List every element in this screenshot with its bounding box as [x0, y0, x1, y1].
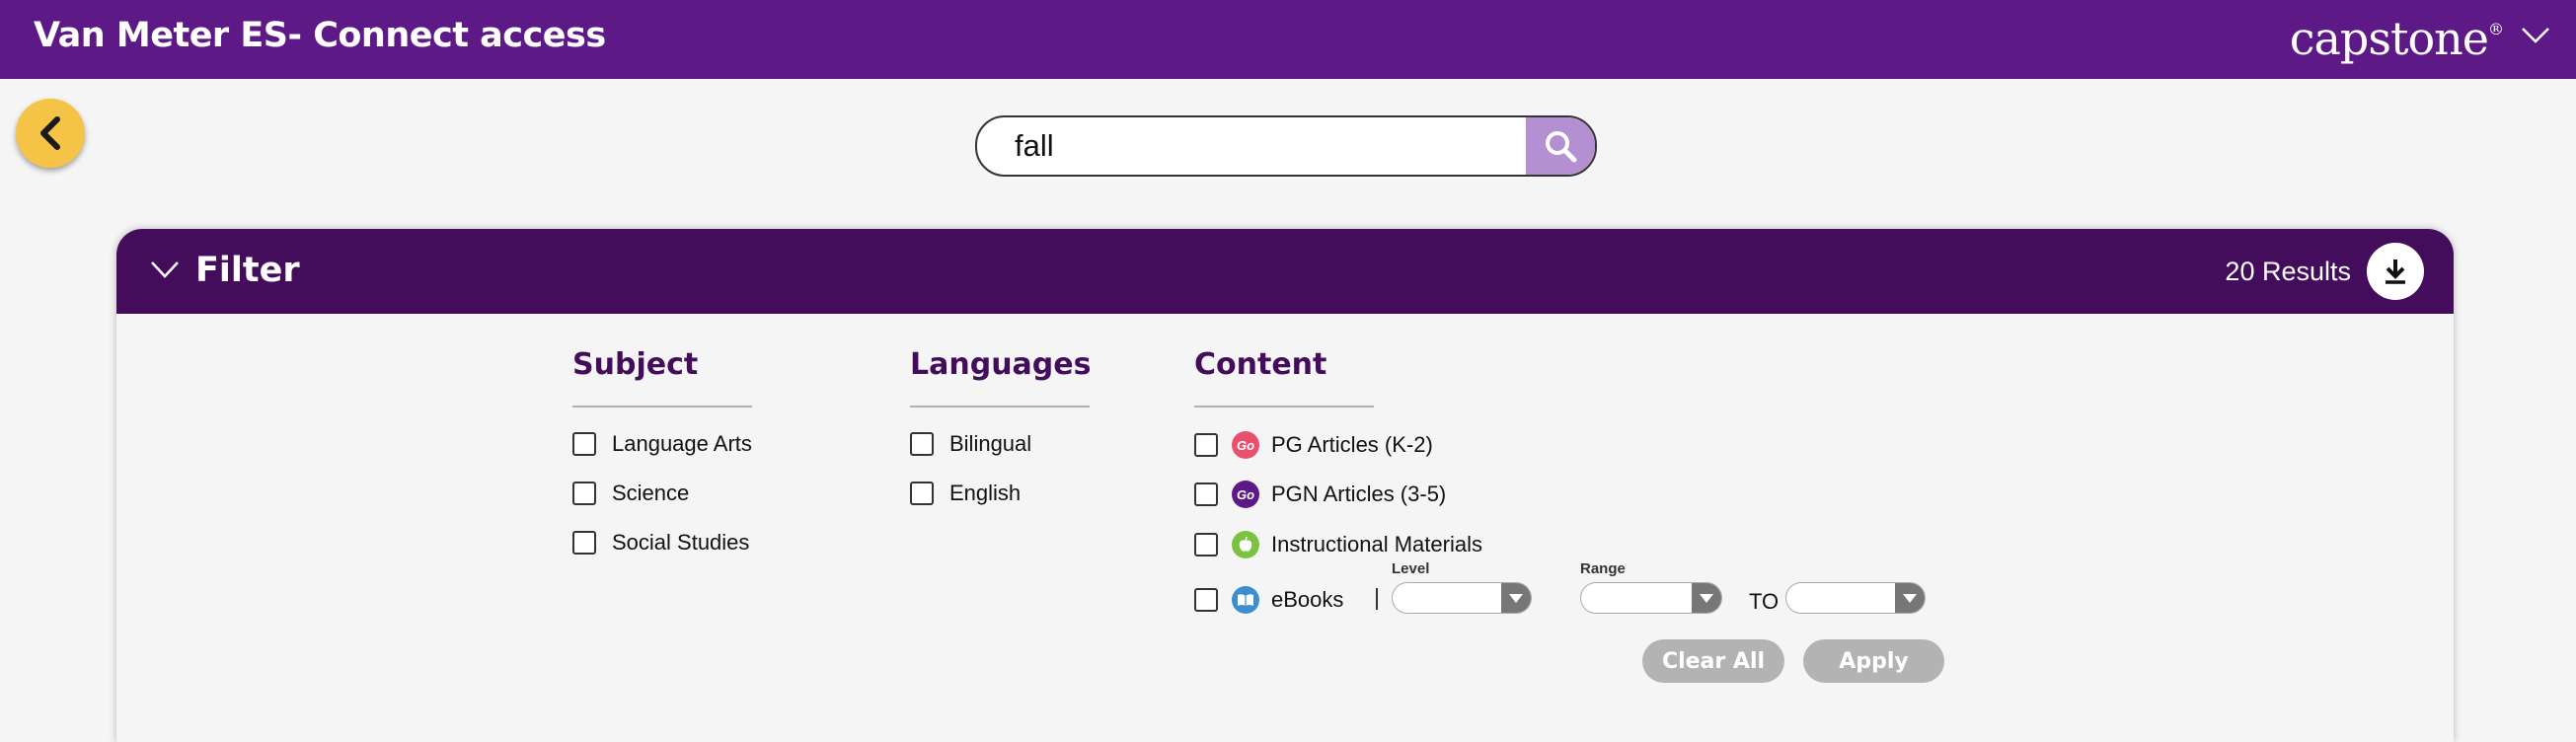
filter-title: Filter [195, 251, 300, 290]
subject-divider [572, 406, 752, 408]
option-label: Social Studies [612, 530, 750, 555]
subject-option-language-arts[interactable]: Language Arts [572, 431, 752, 457]
dropdown-caret-icon [1692, 583, 1721, 613]
chevron-down-icon[interactable] [2521, 26, 2550, 45]
option-label: Language Arts [612, 431, 752, 456]
brand-mark: ® [2488, 20, 2504, 38]
checkbox[interactable] [572, 531, 596, 555]
dropdown-caret-icon [1501, 583, 1531, 613]
chevron-left-icon [40, 116, 60, 150]
content-option-pgn-articles[interactable]: Go PGN Articles (3-5) [1194, 481, 1446, 508]
pebblego-next-badge-icon: Go [1232, 481, 1259, 508]
content-divider [1194, 406, 1374, 408]
brand-name: capstone [2289, 12, 2489, 65]
pebblego-badge-icon: Go [1232, 431, 1259, 459]
download-icon [2386, 260, 2405, 284]
content-title: Content [1194, 347, 1327, 382]
checkbox[interactable] [1194, 482, 1218, 506]
dropdown-caret-icon [1895, 583, 1925, 613]
languages-title: Languages [910, 347, 1092, 382]
clear-all-button[interactable]: Clear All [1642, 639, 1784, 683]
language-option-bilingual[interactable]: Bilingual [910, 431, 1031, 457]
results-count: 20 Results [2225, 257, 2351, 286]
option-label: Science [612, 481, 690, 505]
checkbox[interactable] [572, 482, 596, 505]
chevron-down-icon[interactable] [150, 259, 180, 280]
checkbox[interactable] [910, 432, 934, 456]
range-start-select[interactable] [1580, 582, 1722, 614]
option-label: PG Articles (K-2) [1271, 432, 1433, 457]
back-button[interactable] [16, 99, 85, 168]
range-to-label: TO [1749, 589, 1780, 614]
capstone-logo[interactable]: capstone® [2289, 12, 2504, 65]
checkbox[interactable] [1194, 533, 1218, 556]
ebooks-divider [1376, 588, 1378, 610]
checkbox[interactable] [910, 482, 934, 505]
apple-icon [1232, 531, 1259, 558]
search-bar [975, 115, 1597, 177]
option-label: Bilingual [949, 431, 1032, 456]
filter-header[interactable]: Filter 20 Results [116, 229, 2454, 314]
language-option-english[interactable]: English [910, 481, 1021, 506]
option-label: eBooks [1271, 587, 1344, 612]
checkbox[interactable] [572, 432, 596, 456]
languages-divider [910, 406, 1090, 408]
site-title: Van Meter ES- Connect access [34, 16, 606, 55]
content-option-pg-articles[interactable]: Go PG Articles (K-2) [1194, 431, 1433, 459]
range-end-select[interactable] [1785, 582, 1926, 614]
search-button[interactable] [1526, 117, 1595, 175]
content-option-ebooks[interactable]: eBooks [1194, 586, 1343, 614]
checkbox[interactable] [1194, 433, 1218, 457]
search-icon [1546, 131, 1577, 163]
book-icon [1232, 586, 1259, 614]
range-label: Range [1580, 560, 1626, 577]
top-bar: Van Meter ES- Connect access capstone® [0, 0, 2576, 79]
level-select[interactable] [1392, 582, 1532, 614]
option-label: Instructional Materials [1271, 532, 1482, 556]
option-label: PGN Articles (3-5) [1271, 482, 1447, 506]
download-button[interactable] [2367, 243, 2424, 300]
subject-option-science[interactable]: Science [572, 481, 689, 506]
content-option-instructional-materials[interactable]: Instructional Materials [1194, 531, 1482, 558]
search-input[interactable] [1015, 117, 1508, 175]
apply-button[interactable]: Apply [1803, 639, 1944, 683]
option-label: English [949, 481, 1022, 505]
level-label: Level [1392, 560, 1430, 577]
subject-title: Subject [572, 347, 699, 382]
subject-option-social-studies[interactable]: Social Studies [572, 530, 749, 556]
checkbox[interactable] [1194, 588, 1218, 612]
